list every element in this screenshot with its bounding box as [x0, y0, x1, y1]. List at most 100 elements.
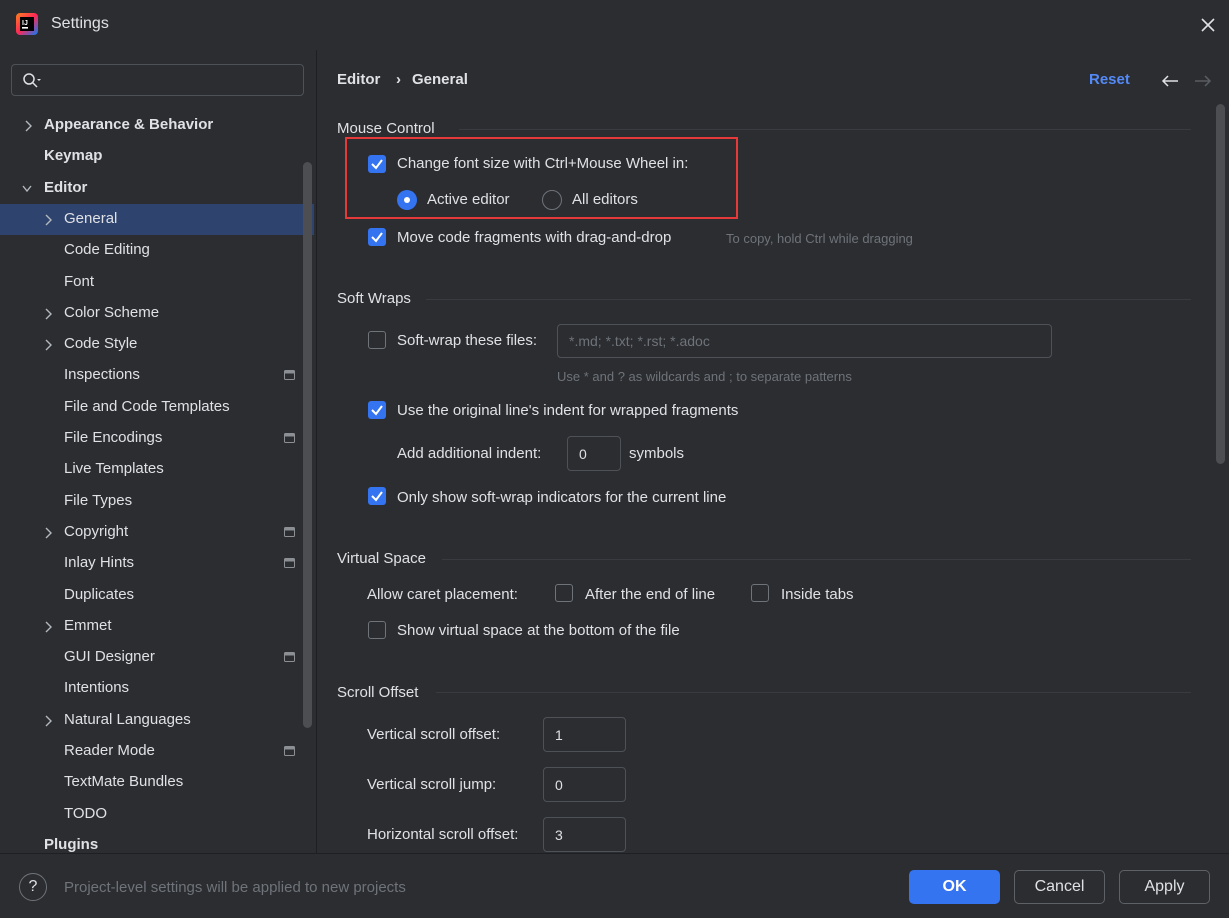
sidebar-item-general[interactable]: General	[0, 203, 314, 235]
vertical-scroll-jump-label: Vertical scroll jump:	[367, 776, 497, 793]
sidebar-item-label: Copyright	[64, 522, 129, 540]
chevron-down-icon[interactable]	[22, 183, 32, 195]
sidebar-item-textmate-bundles[interactable]: TextMate Bundles	[0, 767, 302, 798]
change-font-size-label: Change font size with Ctrl+Mouse Wheel i…	[397, 155, 689, 172]
sidebar-item-label: Appearance & Behavior	[44, 116, 214, 133]
search-input[interactable]	[48, 65, 298, 95]
sidebar-item-keymap[interactable]: Keymap	[0, 141, 302, 172]
sidebar-item-label: File and Code Templates	[64, 397, 230, 415]
sidebar-item-label: File Types	[64, 491, 133, 509]
project-level-icon	[284, 652, 295, 663]
chevron-right-icon[interactable]	[44, 214, 54, 226]
sidebar-item-label: Natural Languages	[64, 710, 191, 728]
sidebar-item-emmet[interactable]: Emmet	[0, 611, 302, 642]
after-end-of-line-label: After the end of line	[585, 586, 716, 603]
sidebar-item-label: Editor	[44, 178, 88, 196]
horizontal-scroll-offset-input[interactable]	[543, 817, 626, 852]
soft-wrap-indicators-checkbox[interactable]	[368, 487, 386, 505]
sidebar-item-inspections[interactable]: Inspections	[0, 360, 302, 391]
settings-tree: Appearance & Behavior Keymap Editor General…	[0, 110, 316, 853]
drag-drop-label: Move code fragments with drag-and-drop	[397, 229, 672, 246]
soft-wrap-files-input[interactable]	[557, 324, 1052, 358]
additional-indent-suffix: symbols	[629, 445, 685, 462]
sidebar-item-label: General	[64, 209, 118, 227]
active-editor-radio[interactable]	[397, 190, 417, 210]
vertical-scroll-offset-label: Vertical scroll offset:	[367, 726, 501, 743]
breadcrumb-general: General	[412, 71, 468, 88]
search-icon	[23, 73, 41, 88]
sidebar-item-intentions[interactable]: Intentions	[0, 673, 302, 704]
sidebar-item-todo[interactable]: TODO	[0, 799, 302, 830]
chevron-right-icon[interactable]	[44, 527, 54, 539]
help-button[interactable]: ?	[19, 873, 47, 901]
soft-wrap-files-checkbox[interactable]	[368, 331, 386, 349]
project-level-icon	[284, 558, 295, 569]
virtual-space-bottom-checkbox[interactable]	[368, 621, 386, 639]
chevron-right-icon[interactable]	[24, 120, 34, 132]
sidebar-item-code-editing[interactable]: Code Editing	[0, 235, 302, 266]
sidebar-item-font[interactable]: Font	[0, 267, 302, 298]
sidebar-scrollbar[interactable]	[303, 162, 312, 728]
section-title-virtual-space: Virtual Space	[337, 550, 426, 567]
drag-drop-checkbox[interactable]	[368, 228, 386, 246]
sidebar-item-copyright[interactable]: Copyright	[0, 517, 302, 548]
project-level-icon	[284, 746, 295, 756]
after-end-of-line-checkbox[interactable]	[555, 584, 573, 602]
chevron-right-icon[interactable]	[44, 715, 54, 727]
reset-link[interactable]: Reset	[1089, 71, 1130, 88]
original-indent-checkbox[interactable]	[368, 401, 386, 419]
ok-button[interactable]: OK	[909, 870, 1000, 904]
additional-indent-input[interactable]	[567, 436, 621, 471]
section-divider	[436, 692, 1191, 693]
sidebar-item-file-and-code-templates[interactable]: File and Code Templates	[0, 392, 302, 423]
sidebar-item-label: Duplicates	[64, 585, 135, 603]
sidebar-item-natural-languages[interactable]: Natural Languages	[0, 705, 302, 736]
close-icon[interactable]	[1196, 13, 1220, 37]
breadcrumb-separator: ›	[396, 71, 401, 88]
section-title-soft-wraps: Soft Wraps	[337, 290, 411, 307]
sidebar-item-editor[interactable]: Editor	[0, 173, 302, 204]
section-divider	[426, 299, 1191, 300]
sidebar-item-reader-mode[interactable]: Reader Mode	[0, 736, 302, 767]
dialog-footer: ? Project-level settings will be applied…	[0, 853, 1229, 918]
section-divider	[459, 129, 1191, 130]
project-level-icon	[284, 526, 295, 537]
horizontal-scroll-offset-label: Horizontal scroll offset:	[367, 826, 519, 843]
back-arrow-icon[interactable]	[1161, 74, 1179, 88]
sidebar-item-label: Color Scheme	[64, 303, 160, 321]
cancel-button[interactable]: Cancel	[1014, 870, 1105, 904]
chevron-right-icon[interactable]	[44, 621, 54, 633]
sidebar-item-file-encodings[interactable]: File Encodings	[0, 423, 302, 454]
sidebar-item-file-types[interactable]: File Types	[0, 486, 302, 517]
forward-arrow-icon[interactable]	[1194, 74, 1212, 88]
inside-tabs-checkbox[interactable]	[751, 584, 769, 602]
sidebar-item-duplicates[interactable]: Duplicates	[0, 580, 302, 611]
chevron-right-icon[interactable]	[44, 308, 54, 320]
intellij-logo-icon: IJ	[16, 13, 38, 35]
vertical-scroll-offset-input[interactable]	[543, 717, 626, 752]
sidebar-item-appearance-behavior[interactable]: Appearance & Behavior	[0, 110, 302, 141]
project-level-icon	[284, 370, 295, 381]
vertical-scroll-jump-input[interactable]	[543, 767, 626, 802]
settings-sidebar: Appearance & Behavior Keymap Editor General…	[0, 50, 316, 853]
change-font-size-checkbox[interactable]	[368, 155, 386, 173]
all-editors-label: All editors	[572, 191, 638, 208]
sidebar-item-live-templates[interactable]: Live Templates	[0, 454, 302, 485]
settings-content: Editor › General Reset Mouse Control Cha…	[317, 50, 1229, 853]
content-scrollbar[interactable]	[1216, 104, 1225, 464]
project-settings-note: Project-level settings will be applied t…	[64, 879, 406, 896]
all-editors-radio[interactable]	[542, 190, 562, 210]
sidebar-item-code-style[interactable]: Code Style	[0, 329, 302, 360]
sidebar-item-color-scheme[interactable]: Color Scheme	[0, 298, 302, 329]
soft-wrap-files-hint: Use * and ? as wildcards and ; to separa…	[557, 369, 852, 384]
soft-wrap-indicators-label: Only show soft-wrap indicators for the c…	[397, 489, 727, 506]
sidebar-item-label: Emmet	[64, 616, 112, 634]
sidebar-item-label: TextMate Bundles	[64, 773, 184, 791]
apply-button[interactable]: Apply	[1119, 870, 1210, 904]
search-field[interactable]	[11, 64, 304, 96]
breadcrumb-editor[interactable]: Editor	[337, 71, 380, 88]
window-title: Settings	[51, 15, 109, 32]
sidebar-item-inlay-hints[interactable]: Inlay Hints	[0, 548, 302, 579]
chevron-right-icon[interactable]	[44, 339, 54, 351]
sidebar-item-gui-designer[interactable]: GUI Designer	[0, 642, 302, 673]
